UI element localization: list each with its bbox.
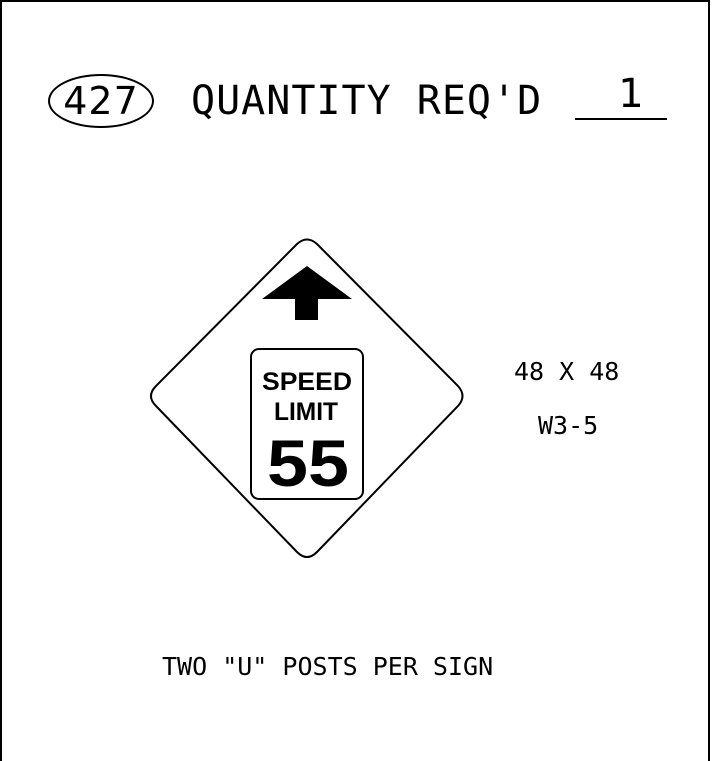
header-row: 427 QUANTITY REQ'D 1 bbox=[0, 70, 720, 130]
sign-line1: SPEED bbox=[262, 368, 352, 396]
frame-top-border bbox=[0, 0, 709, 2]
sign-size-label: 48 X 48 bbox=[514, 357, 620, 386]
sign-speed: 55 bbox=[267, 426, 349, 500]
quantity-label: QUANTITY REQ'D bbox=[191, 78, 543, 124]
item-number-oval: 427 bbox=[48, 74, 154, 128]
sign-line2: LIMIT bbox=[274, 398, 338, 426]
quantity-value: 1 bbox=[616, 70, 646, 118]
quantity-underline bbox=[575, 118, 667, 120]
item-number: 427 bbox=[63, 79, 139, 123]
sign-code-label: W3-5 bbox=[538, 411, 599, 440]
quantity-field: 1 bbox=[575, 70, 667, 126]
posts-note: TWO "U" POSTS PER SIGN bbox=[162, 652, 494, 681]
warning-sign: SPEED LIMIT 55 bbox=[150, 238, 464, 558]
